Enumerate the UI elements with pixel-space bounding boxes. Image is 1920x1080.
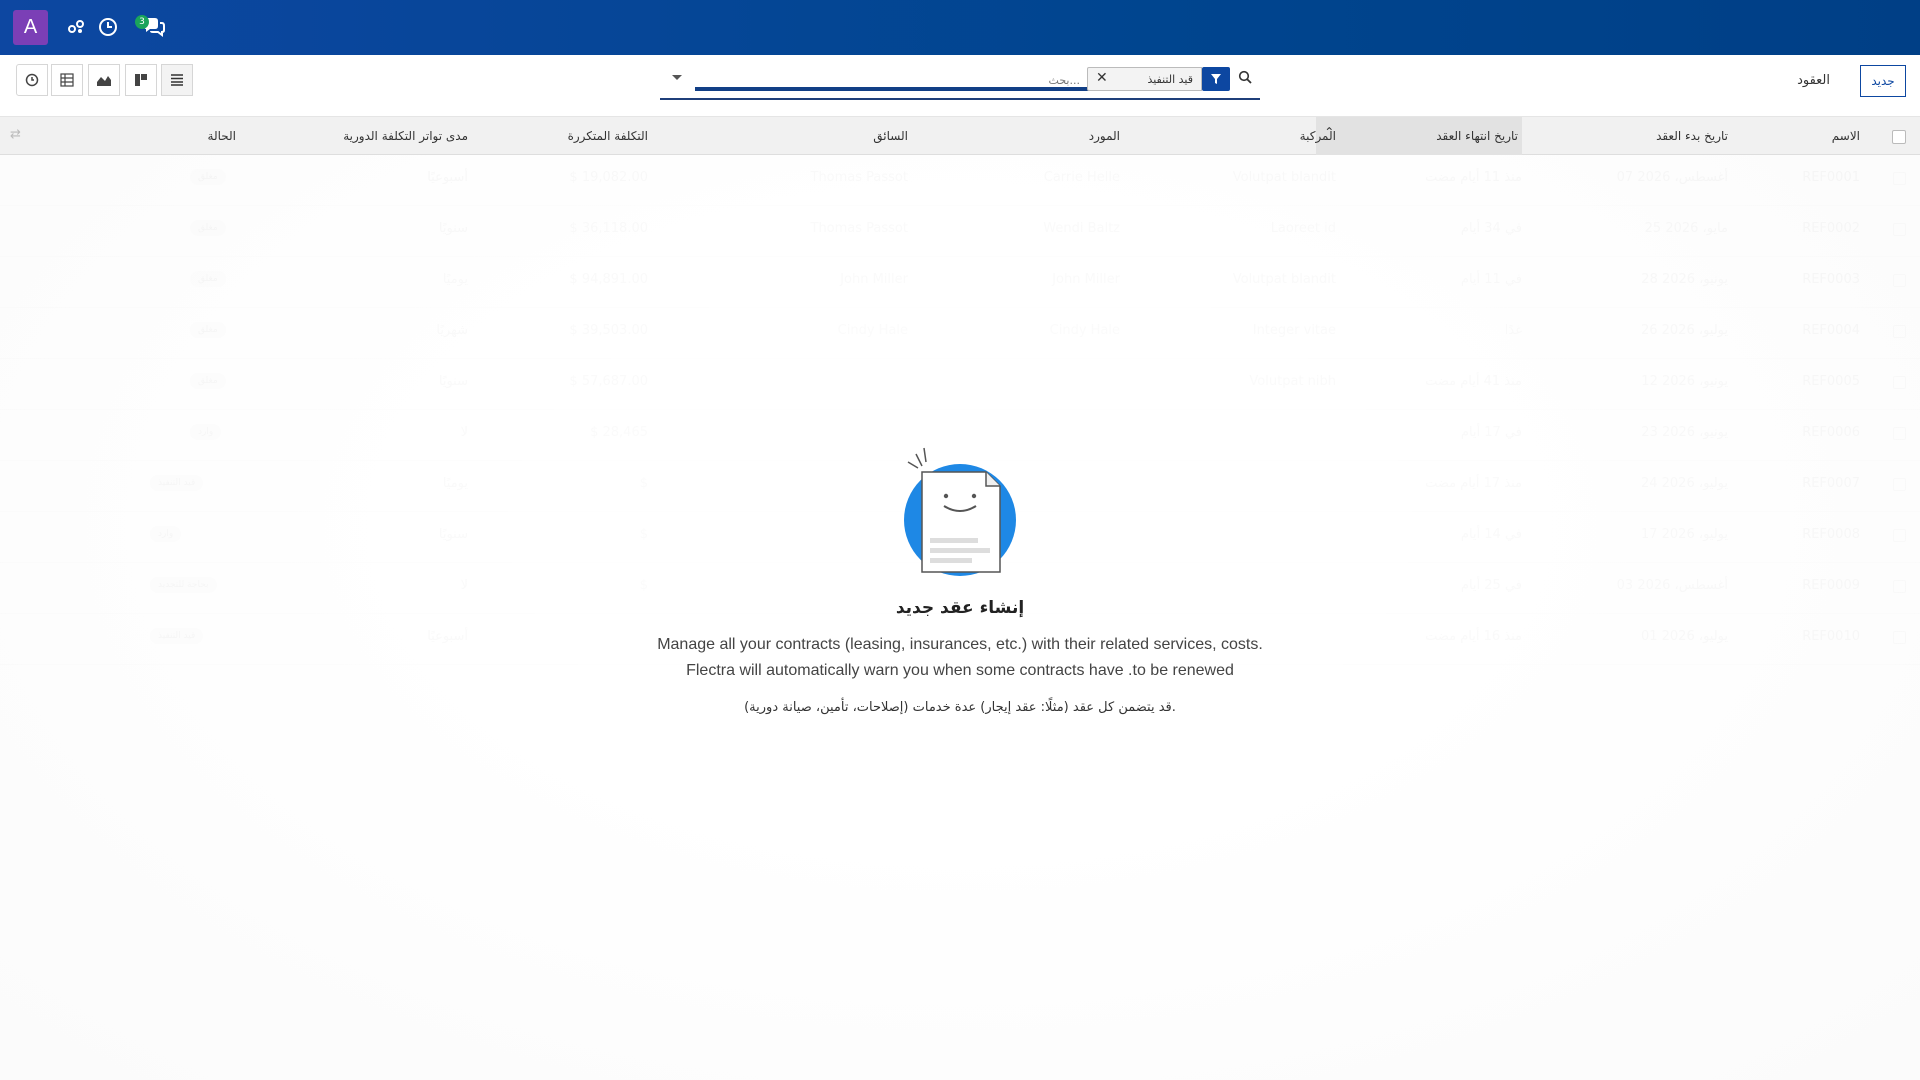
facet-label: قيد التنفيذ: [1147, 72, 1193, 86]
select-all-checkbox[interactable]: [1892, 130, 1906, 144]
search-input[interactable]: [680, 71, 1080, 89]
kanban-icon: [135, 74, 147, 86]
document-smile-icon: [904, 447, 1016, 576]
breadcrumb: العقود: [1797, 73, 1830, 88]
filter-icon[interactable]: [1202, 67, 1230, 91]
list-view-button[interactable]: [161, 64, 193, 96]
activity-icon[interactable]: [64, 15, 88, 39]
column-header-start-date[interactable]: تاريخ بدء العقد: [1656, 129, 1728, 143]
messages-count-badge: 3: [135, 15, 149, 29]
kanban-view-button[interactable]: [125, 64, 157, 96]
optional-columns-icon[interactable]: ⇄: [10, 127, 21, 142]
close-icon[interactable]: ✕: [1096, 70, 1108, 86]
column-header-vendor[interactable]: المورد: [1089, 129, 1120, 143]
search-bar: ✕ قيد التنفيذ: [660, 63, 1260, 100]
table-icon: [60, 73, 74, 87]
clock-icon[interactable]: [96, 15, 120, 39]
helper-note: قد يتضمن كل عقد (مثلًا: عقد إيجار) عدة خ…: [744, 700, 1176, 715]
table-header: ⇄ الاسم تاريخ بدء العقد ⌃ تاريخ انتهاء ا…: [0, 117, 1920, 155]
list-icon: [171, 74, 183, 86]
filter-facet[interactable]: ✕ قيد التنفيذ: [1087, 67, 1202, 91]
clock-icon: [25, 73, 39, 87]
column-header-expiry-date[interactable]: ⌃ تاريخ انتهاء العقد: [1316, 117, 1522, 155]
activity-view-button[interactable]: [16, 64, 48, 96]
pivot-view-button[interactable]: [51, 64, 83, 96]
column-header-name[interactable]: الاسم: [1832, 129, 1860, 143]
column-header-status[interactable]: الحالة: [208, 129, 236, 143]
empty-state-helper: إنشاء عقد جديد Manage all your contracts…: [640, 440, 1280, 715]
new-button[interactable]: جديد: [1860, 65, 1906, 97]
top-navbar: A 3: [0, 0, 1920, 55]
helper-title: إنشاء عقد جديد: [895, 598, 1025, 618]
area-chart-icon: [97, 76, 111, 86]
search-icon[interactable]: [1238, 70, 1252, 88]
column-header-frequency[interactable]: مدى تواتر التكلفة الدورية: [343, 129, 468, 143]
helper-description: Manage all your contracts (leasing, insu…: [657, 636, 1263, 679]
column-header-driver[interactable]: السائق: [873, 129, 908, 143]
column-header-cost[interactable]: التكلفة المتكررة: [568, 129, 648, 143]
graph-view-button[interactable]: [88, 64, 120, 96]
user-avatar[interactable]: A: [13, 10, 48, 45]
column-header-expiry-label: تاريخ انتهاء العقد: [1436, 129, 1518, 143]
column-header-vehicle[interactable]: المركبة: [1300, 129, 1336, 143]
